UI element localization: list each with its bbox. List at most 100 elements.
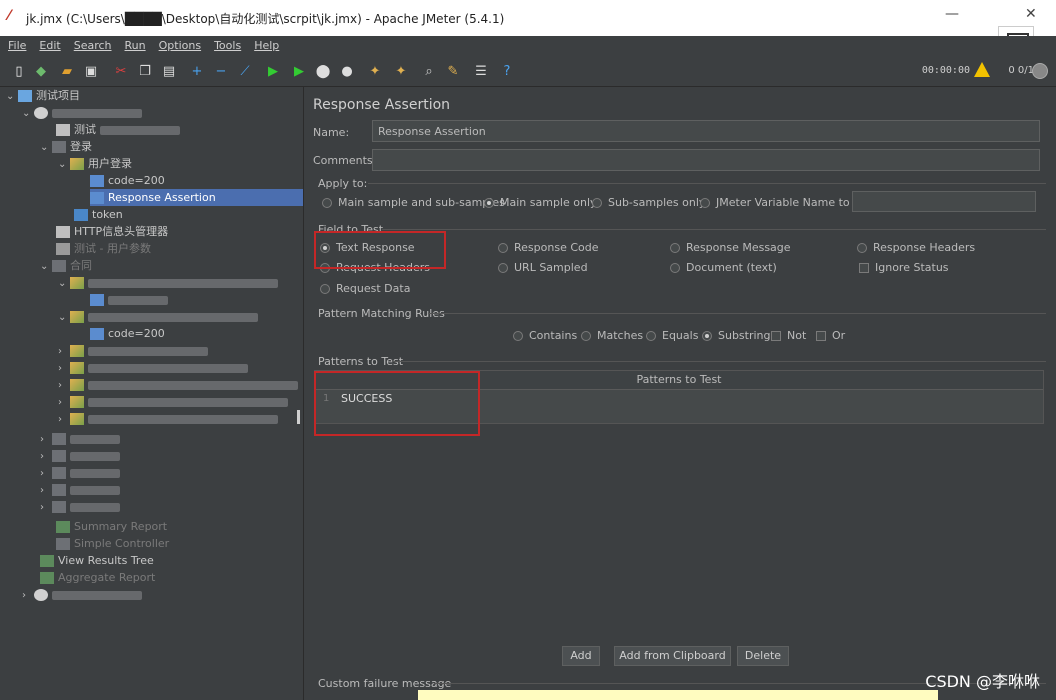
menu-search[interactable]: Search: [66, 36, 117, 52]
chevron-right-icon[interactable]: ›: [40, 465, 52, 482]
remote-globe-icon[interactable]: [1032, 63, 1048, 79]
search-icon[interactable]: ⌕: [420, 62, 438, 80]
tree-node-group[interactable]: ›: [40, 430, 120, 447]
chevron-right-icon[interactable]: ›: [58, 343, 70, 360]
chevron-right-icon[interactable]: ›: [22, 587, 34, 604]
add-from-clipboard-button[interactable]: Add from Clipboard: [614, 646, 731, 666]
warning-icon[interactable]: [974, 62, 990, 77]
chevron-down-icon[interactable]: ⌄: [40, 139, 52, 156]
checkbox-not[interactable]: Not: [771, 329, 806, 342]
radio-matches[interactable]: Matches: [581, 329, 643, 342]
new-icon[interactable]: ▯: [10, 62, 28, 80]
toggle-icon[interactable]: ⟋: [236, 62, 254, 80]
radio-request-data[interactable]: Request Data: [320, 282, 410, 295]
templates-icon[interactable]: ◆: [32, 62, 50, 80]
clear-all-icon[interactable]: ✦: [392, 62, 410, 80]
shutdown-icon[interactable]: ●: [338, 62, 356, 80]
radio-substring[interactable]: Substring: [702, 329, 771, 342]
chevron-down-icon[interactable]: ⌄: [58, 275, 70, 292]
tree-node-code200-b[interactable]: [90, 291, 168, 308]
radio-main-and-sub[interactable]: Main sample and sub-samples: [322, 196, 505, 209]
radio-jmeter-variable[interactable]: JMeter Variable Name to use: [700, 196, 873, 209]
tree-node-summary-report[interactable]: Summary Report: [56, 518, 167, 535]
radio-equals[interactable]: Equals: [646, 329, 698, 342]
tree-node-code200[interactable]: code=200: [90, 172, 165, 189]
clear-icon[interactable]: ✦: [366, 62, 384, 80]
jmeter-variable-field[interactable]: [852, 191, 1036, 212]
radio-sub-only[interactable]: Sub-samples only: [592, 196, 705, 209]
tree-node-login[interactable]: ⌄ 登录: [40, 138, 92, 155]
checkbox-ignore-status[interactable]: Ignore Status: [859, 261, 949, 274]
radio-main-only[interactable]: Main sample only: [484, 196, 597, 209]
minimize-button[interactable]: —: [945, 6, 959, 22]
tree-node-sampler[interactable]: ›: [58, 393, 288, 410]
chevron-down-icon[interactable]: ⌄: [58, 309, 70, 326]
tree-node-group[interactable]: ›: [40, 498, 120, 515]
function-helper-icon[interactable]: ☰: [472, 62, 490, 80]
chevron-right-icon[interactable]: ›: [40, 431, 52, 448]
chevron-right-icon[interactable]: ›: [58, 394, 70, 411]
menu-file[interactable]: File: [0, 36, 31, 52]
tree-node-thread-group-2[interactable]: ›: [22, 586, 142, 603]
save-icon[interactable]: ▣: [82, 62, 100, 80]
tree-node-group[interactable]: ›: [40, 447, 120, 464]
start-icon[interactable]: ▶: [264, 62, 282, 80]
pane-splitter[interactable]: [297, 410, 300, 424]
menu-help[interactable]: Help: [246, 36, 284, 52]
start-no-pause-icon[interactable]: ▶: [290, 62, 308, 80]
menu-tools[interactable]: Tools: [206, 36, 246, 52]
expand-icon[interactable]: +: [188, 62, 206, 80]
chevron-right-icon[interactable]: ›: [40, 482, 52, 499]
custom-failure-field[interactable]: [418, 690, 938, 700]
radio-response-message[interactable]: Response Message: [670, 241, 791, 254]
tree-node-sampler[interactable]: ⌄: [58, 308, 258, 325]
stop-icon[interactable]: ⬤: [314, 62, 332, 80]
tree-node-group[interactable]: ›: [40, 481, 120, 498]
chevron-right-icon[interactable]: ›: [58, 360, 70, 377]
delete-button[interactable]: Delete: [737, 646, 789, 666]
tree-node-response-assertion[interactable]: Response Assertion: [90, 189, 303, 206]
chevron-right-icon[interactable]: ›: [40, 448, 52, 465]
radio-contains[interactable]: Contains: [513, 329, 577, 342]
chevron-down-icon[interactable]: ⌄: [40, 258, 52, 275]
checkbox-or[interactable]: Or: [816, 329, 845, 342]
menu-edit[interactable]: Edit: [31, 36, 65, 52]
collapse-icon[interactable]: −: [212, 62, 230, 80]
name-field[interactable]: Response Assertion: [372, 120, 1040, 142]
comments-field[interactable]: [372, 149, 1040, 171]
tree-node-code200-c[interactable]: code=200: [90, 325, 165, 342]
chevron-right-icon[interactable]: ›: [58, 377, 70, 394]
tree-node-token[interactable]: token: [74, 206, 123, 223]
tree-node-root[interactable]: ⌄ 测试项目: [6, 87, 80, 104]
tree-node-thread-group[interactable]: ⌄: [22, 104, 142, 121]
chevron-right-icon[interactable]: ›: [58, 411, 70, 428]
close-button[interactable]: ✕: [1025, 6, 1037, 22]
reset-search-icon[interactable]: ✎: [444, 62, 462, 80]
radio-url-sampled[interactable]: URL Sampled: [498, 261, 588, 274]
tree-node-sampler[interactable]: ›: [58, 410, 278, 427]
radio-response-headers[interactable]: Response Headers: [857, 241, 975, 254]
help-icon[interactable]: ?: [498, 62, 516, 80]
radio-response-code[interactable]: Response Code: [498, 241, 599, 254]
menu-run[interactable]: Run: [117, 36, 151, 52]
tree-node-sampler[interactable]: ›: [58, 376, 298, 393]
chevron-down-icon[interactable]: ⌄: [22, 105, 34, 122]
cut-icon[interactable]: ✂: [112, 62, 130, 80]
add-button[interactable]: Add: [562, 646, 600, 666]
chevron-down-icon[interactable]: ⌄: [6, 88, 18, 105]
tree-node-contract[interactable]: ⌄ 合同: [40, 257, 92, 274]
tree-node-simple-controller[interactable]: Simple Controller: [56, 535, 169, 552]
paste-icon[interactable]: ▤: [160, 62, 178, 80]
tree-node-user-login[interactable]: ⌄ 用户登录: [58, 155, 132, 172]
chevron-right-icon[interactable]: ›: [40, 499, 52, 516]
chevron-down-icon[interactable]: ⌄: [58, 156, 70, 173]
tree-node-sampler[interactable]: ⌄: [58, 274, 278, 291]
tree-node-aggregate-report[interactable]: Aggregate Report: [40, 569, 155, 586]
tree-node-group[interactable]: ›: [40, 464, 120, 481]
menu-options[interactable]: Options: [151, 36, 206, 52]
radio-document-text[interactable]: Document (text): [670, 261, 777, 274]
tree-node-sampler[interactable]: ›: [58, 342, 208, 359]
tree-node-header-manager[interactable]: HTTP信息头管理器: [56, 223, 168, 240]
open-icon[interactable]: ▰: [58, 62, 76, 80]
tree-node-view-results-tree[interactable]: View Results Tree: [40, 552, 154, 569]
